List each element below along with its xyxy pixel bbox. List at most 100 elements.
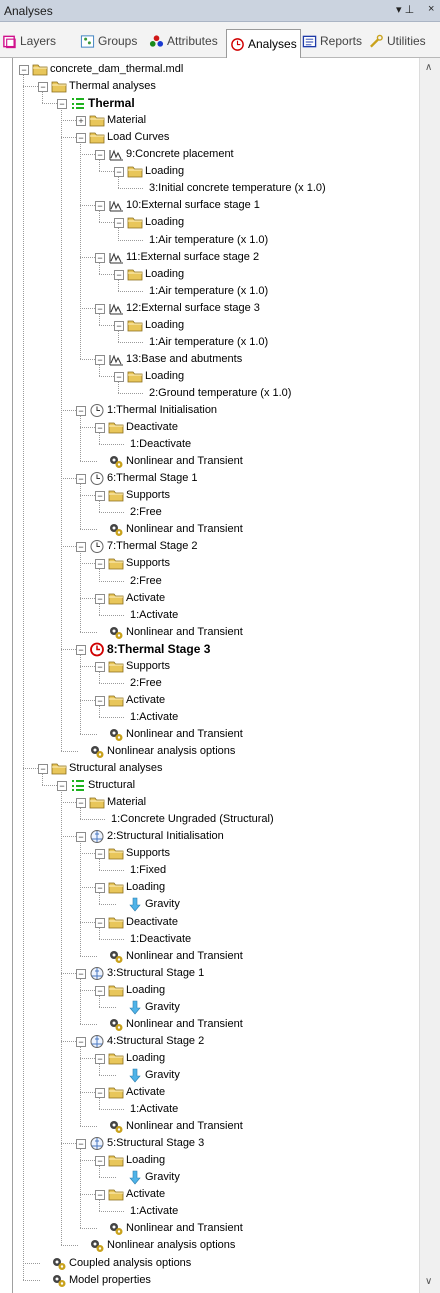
collapse-toggle-icon[interactable]: −	[95, 661, 105, 672]
tree-node[interactable]: Gravity	[13, 896, 418, 913]
tree-node[interactable]: Gravity	[13, 1169, 418, 1186]
collapse-toggle-icon[interactable]: −	[95, 559, 105, 570]
tree-node[interactable]: 1:Deactivate	[13, 931, 418, 948]
tree-node[interactable]: − Supports	[13, 555, 418, 572]
collapse-toggle-icon[interactable]: −	[76, 133, 86, 144]
collapse-toggle-icon[interactable]: −	[57, 99, 67, 110]
collapse-toggle-icon[interactable]: −	[114, 320, 124, 331]
scroll-up-icon[interactable]: ∧	[425, 62, 432, 73]
tree-node[interactable]: − Loading	[13, 163, 418, 180]
tab-analyses[interactable]: Analyses	[226, 29, 301, 58]
pin-icon[interactable]: ▾ ⊥	[396, 3, 414, 16]
tree-node[interactable]: 2:Free	[13, 675, 418, 692]
collapse-toggle-icon[interactable]: −	[95, 423, 105, 434]
collapse-toggle-icon[interactable]: −	[76, 1036, 86, 1047]
tab-utilities[interactable]: Utilities	[369, 30, 426, 52]
tree-node[interactable]: − 13:Base and abutments	[13, 351, 418, 368]
collapse-toggle-icon[interactable]: −	[95, 849, 105, 860]
tree-node[interactable]: − Load Curves	[13, 129, 418, 146]
collapse-toggle-icon[interactable]: −	[76, 644, 86, 655]
tree-node[interactable]: Gravity	[13, 999, 418, 1016]
tree-node[interactable]: − 1:Thermal Initialisation	[13, 402, 418, 419]
tree-node[interactable]: − 4:Structural Stage 2	[13, 1033, 418, 1050]
tree-node[interactable]: Coupled analysis options	[13, 1255, 418, 1272]
tree-node[interactable]: Gravity	[13, 1067, 418, 1084]
tree-node[interactable]: Nonlinear and Transient	[13, 726, 418, 743]
tree-node[interactable]: 2:Ground temperature (x 1.0)	[13, 385, 418, 402]
collapse-toggle-icon[interactable]: −	[95, 695, 105, 706]
collapse-toggle-icon[interactable]: −	[76, 474, 86, 485]
tree-node[interactable]: − 6:Thermal Stage 1	[13, 470, 418, 487]
vertical-scrollbar[interactable]: ∧ ∨	[419, 58, 440, 1293]
collapse-toggle-icon[interactable]: −	[95, 917, 105, 928]
tree-node[interactable]: − concrete_dam_thermal.mdl	[13, 61, 418, 78]
tree-node[interactable]: 1:Fixed	[13, 862, 418, 879]
tree-node[interactable]: Nonlinear analysis options	[13, 743, 418, 760]
tree-node[interactable]: − 9:Concrete placement	[13, 146, 418, 163]
tree-node[interactable]: 1:Activate	[13, 607, 418, 624]
tree-node[interactable]: − 8:Thermal Stage 3	[13, 641, 418, 658]
collapse-toggle-icon[interactable]: −	[38, 82, 48, 93]
tree-node[interactable]: 1:Concrete Ungraded (Structural)	[13, 811, 418, 828]
collapse-toggle-icon[interactable]: −	[95, 303, 105, 314]
scroll-down-icon[interactable]: ∨	[425, 1276, 432, 1287]
collapse-toggle-icon[interactable]: −	[95, 593, 105, 604]
collapse-toggle-icon[interactable]: −	[76, 832, 86, 843]
tree-node[interactable]: − Activate	[13, 692, 418, 709]
tree-node[interactable]: − Supports	[13, 845, 418, 862]
tree-node[interactable]: − Deactivate	[13, 419, 418, 436]
tree-node[interactable]: − 7:Thermal Stage 2	[13, 538, 418, 555]
tree-node[interactable]: − Deactivate	[13, 914, 418, 931]
tree-node[interactable]: − Thermal	[13, 95, 418, 112]
tree-node[interactable]: − 2:Structural Initialisation	[13, 828, 418, 845]
collapse-toggle-icon[interactable]: −	[95, 491, 105, 502]
tree-node[interactable]: − Loading	[13, 879, 418, 896]
tree-node[interactable]: 3:Initial concrete temperature (x 1.0)	[13, 180, 418, 197]
tab-groups[interactable]: Groups	[80, 30, 137, 52]
tab-attributes[interactable]: Attributes	[149, 30, 218, 52]
tree-node[interactable]: − Loading	[13, 1152, 418, 1169]
tree-node[interactable]: − 11:External surface stage 2	[13, 249, 418, 266]
tree-node[interactable]: − Supports	[13, 487, 418, 504]
collapse-toggle-icon[interactable]: −	[57, 781, 67, 792]
tree-node[interactable]: − Thermal analyses	[13, 78, 418, 95]
tab-layers[interactable]: Layers	[2, 30, 56, 52]
close-icon[interactable]: ×	[428, 3, 434, 15]
tree-node[interactable]: − Loading	[13, 266, 418, 283]
collapse-toggle-icon[interactable]: −	[95, 150, 105, 161]
collapse-toggle-icon[interactable]: −	[19, 65, 29, 75]
tree-node[interactable]: − 5:Structural Stage 3	[13, 1135, 418, 1152]
tree-node[interactable]: − Loading	[13, 368, 418, 385]
tree-node[interactable]: 1:Activate	[13, 1203, 418, 1220]
tree-node[interactable]: Model properties	[13, 1272, 418, 1289]
tree-node[interactable]: Nonlinear and Transient	[13, 1118, 418, 1135]
collapse-toggle-icon[interactable]: −	[76, 542, 86, 553]
tree-node[interactable]: − Loading	[13, 1050, 418, 1067]
collapse-toggle-icon[interactable]: −	[76, 798, 86, 809]
collapse-toggle-icon[interactable]: −	[95, 1053, 105, 1064]
tree-node[interactable]: − Loading	[13, 317, 418, 334]
tree-node[interactable]: 1:Air temperature (x 1.0)	[13, 232, 418, 249]
collapse-toggle-icon[interactable]: −	[114, 371, 124, 382]
tree-node[interactable]: Nonlinear and Transient	[13, 624, 418, 641]
collapse-toggle-icon[interactable]: −	[76, 968, 86, 979]
collapse-toggle-icon[interactable]: −	[114, 218, 124, 229]
tree-node[interactable]: Nonlinear analysis options	[13, 1237, 418, 1254]
tree-node[interactable]: − 3:Structural Stage 1	[13, 965, 418, 982]
tree-node[interactable]: Nonlinear and Transient	[13, 948, 418, 965]
tree-node[interactable]: 1:Air temperature (x 1.0)	[13, 334, 418, 351]
tree-node[interactable]: − Material	[13, 794, 418, 811]
collapse-toggle-icon[interactable]: −	[95, 1088, 105, 1098]
tree-node[interactable]: − 10:External surface stage 1	[13, 197, 418, 214]
collapse-toggle-icon[interactable]: −	[114, 167, 124, 178]
collapse-toggle-icon[interactable]: −	[76, 406, 86, 416]
collapse-toggle-icon[interactable]: −	[95, 1190, 105, 1201]
tree-node[interactable]: 1:Activate	[13, 1101, 418, 1118]
tree-node[interactable]: + Material	[13, 112, 418, 129]
collapse-toggle-icon[interactable]: −	[114, 269, 124, 280]
tree-node[interactable]: − Loading	[13, 982, 418, 999]
tree-node[interactable]: 2:Free	[13, 573, 418, 590]
collapse-toggle-icon[interactable]: −	[95, 252, 105, 263]
tree-node[interactable]: Nonlinear and Transient	[13, 453, 418, 470]
tree-node[interactable]: − Structural analyses	[13, 760, 418, 777]
